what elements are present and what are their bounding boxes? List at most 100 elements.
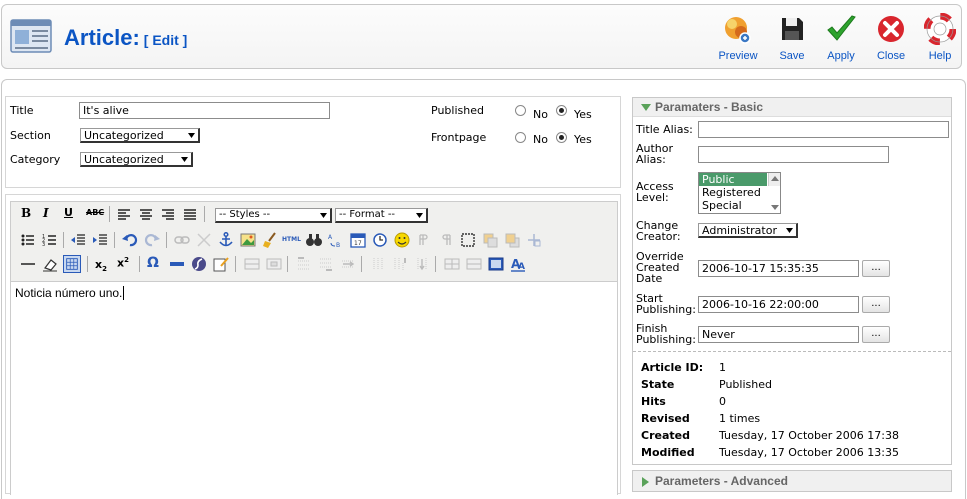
start-publishing-picker-button[interactable]: ... <box>862 296 890 313</box>
override-created-input[interactable]: 2006-10-17 15:35:35 <box>698 260 859 277</box>
anchor-icon[interactable] <box>217 231 235 249</box>
flash-icon[interactable] <box>190 255 208 273</box>
replace-icon[interactable]: AB <box>327 231 345 249</box>
author-alias-input[interactable] <box>698 146 889 163</box>
params-basic-header[interactable]: Paramaters - Basic <box>633 98 951 117</box>
svg-text:A: A <box>328 234 333 241</box>
insert-row-after-icon[interactable] <box>317 255 335 273</box>
fullscreen-icon[interactable] <box>487 255 505 273</box>
page-title-text: Article: <box>64 25 140 50</box>
info-key-state: State <box>641 378 675 391</box>
insert-hr-icon[interactable] <box>168 255 186 273</box>
image-icon[interactable] <box>239 231 257 249</box>
override-created-picker-button[interactable]: ... <box>862 260 890 277</box>
indent-icon[interactable] <box>91 231 109 249</box>
underline-icon[interactable]: U <box>64 206 82 224</box>
info-key-article-id: Article ID: <box>641 361 704 374</box>
text-cursor <box>123 286 124 300</box>
info-value-created: Tuesday, 17 October 2006 17:38 <box>719 429 899 442</box>
save-button[interactable]: Save <box>769 13 815 62</box>
section-select[interactable]: Uncategorized <box>80 128 200 143</box>
access-option-special[interactable]: Special <box>699 199 780 212</box>
bold-icon[interactable]: B <box>21 206 39 224</box>
separator <box>109 206 110 222</box>
scroll-up-icon[interactable] <box>771 175 779 181</box>
redo-icon[interactable] <box>143 231 161 249</box>
access-option-public[interactable]: Public <box>699 173 767 186</box>
align-justify-icon[interactable] <box>181 206 199 224</box>
info-key-created: Created <box>641 429 690 442</box>
special-char-icon[interactable]: Ω <box>147 255 165 273</box>
move-forward-icon[interactable] <box>481 231 499 249</box>
edit-attributes-icon[interactable] <box>212 255 230 273</box>
bullet-list-icon[interactable] <box>19 231 37 249</box>
editor-content-area[interactable]: Noticia número uno. <box>10 281 618 495</box>
format-select[interactable]: -- Format -- <box>335 208 428 223</box>
insert-row-before-icon[interactable] <box>295 255 313 273</box>
horizontal-rule-icon[interactable] <box>19 255 37 273</box>
numbered-list-icon[interactable]: 123 <box>41 231 59 249</box>
absolute-position-icon[interactable] <box>525 231 543 249</box>
strikethrough-icon[interactable]: ABC <box>86 208 104 226</box>
italic-icon[interactable]: I <box>43 206 61 224</box>
category-select[interactable]: Uncategorized <box>80 152 193 167</box>
info-value-article-id: 1 <box>719 361 726 374</box>
delete-row-icon[interactable] <box>339 255 357 273</box>
start-publishing-input[interactable]: 2006-10-16 22:00:00 <box>698 296 859 313</box>
change-creator-select[interactable]: Administrator <box>698 223 798 238</box>
frontpage-no-radio[interactable] <box>515 132 526 143</box>
access-option-registered[interactable]: Registered <box>699 186 780 199</box>
finish-publishing-input[interactable]: Never <box>698 326 859 343</box>
emoticon-icon[interactable] <box>393 231 411 249</box>
align-center-icon[interactable] <box>137 206 155 224</box>
rtl-icon[interactable] <box>437 231 455 249</box>
editor-content-text[interactable]: Noticia número uno. <box>15 286 122 300</box>
article-edit-icon <box>10 19 52 53</box>
undo-icon[interactable] <box>121 231 139 249</box>
unlink-icon[interactable] <box>195 231 213 249</box>
params-advanced-header[interactable]: Parameters - Advanced <box>632 470 952 492</box>
chevron-down-icon <box>416 213 423 218</box>
visual-aid-icon[interactable] <box>63 255 81 273</box>
title-input[interactable]: It's alive <box>79 102 330 119</box>
preview-button[interactable]: Preview <box>715 13 761 62</box>
frontpage-yes-radio[interactable] <box>556 132 567 143</box>
close-button[interactable]: Close <box>868 13 914 62</box>
layer-icon[interactable] <box>459 231 477 249</box>
insert-time-icon[interactable] <box>371 231 389 249</box>
align-left-icon[interactable] <box>115 206 133 224</box>
access-level-listbox[interactable]: Public Registered Special <box>698 172 781 214</box>
preview-icon <box>725 17 751 44</box>
ltr-icon[interactable] <box>415 231 433 249</box>
help-button[interactable]: Help <box>917 13 963 62</box>
link-icon[interactable] <box>173 231 191 249</box>
merge-cells-icon[interactable] <box>465 255 483 273</box>
svg-text:3: 3 <box>42 242 45 248</box>
listbox-scrollbar[interactable] <box>768 173 780 210</box>
published-yes-radio[interactable] <box>556 105 567 116</box>
outdent-icon[interactable] <box>69 231 87 249</box>
published-no-radio[interactable] <box>515 105 526 116</box>
info-value-modified: Tuesday, 17 October 2006 13:35 <box>719 446 899 459</box>
scroll-down-icon[interactable] <box>771 205 779 211</box>
apply-button[interactable]: Apply <box>818 13 864 62</box>
remove-format-icon[interactable] <box>41 255 59 273</box>
insert-col-before-icon[interactable] <box>369 255 387 273</box>
styles-select[interactable]: -- Styles -- <box>215 208 332 223</box>
subscript-icon[interactable]: x2 <box>95 258 113 276</box>
split-cells-icon[interactable] <box>443 255 461 273</box>
table-row-props-icon[interactable] <box>243 255 261 273</box>
delete-col-icon[interactable] <box>413 255 431 273</box>
finish-publishing-picker-button[interactable]: ... <box>862 326 890 343</box>
cleanup-icon[interactable] <box>261 231 279 249</box>
insert-col-after-icon[interactable] <box>391 255 409 273</box>
move-backward-icon[interactable] <box>503 231 521 249</box>
find-icon[interactable] <box>305 231 323 249</box>
font-color-icon[interactable]: AA <box>509 255 527 273</box>
title-alias-input[interactable] <box>698 121 949 138</box>
superscript-icon[interactable]: x2 <box>117 256 135 274</box>
table-cell-props-icon[interactable] <box>265 255 283 273</box>
insert-date-icon[interactable]: 17 <box>349 231 367 249</box>
align-right-icon[interactable] <box>159 206 177 224</box>
html-source-icon[interactable]: HTML <box>282 236 301 254</box>
